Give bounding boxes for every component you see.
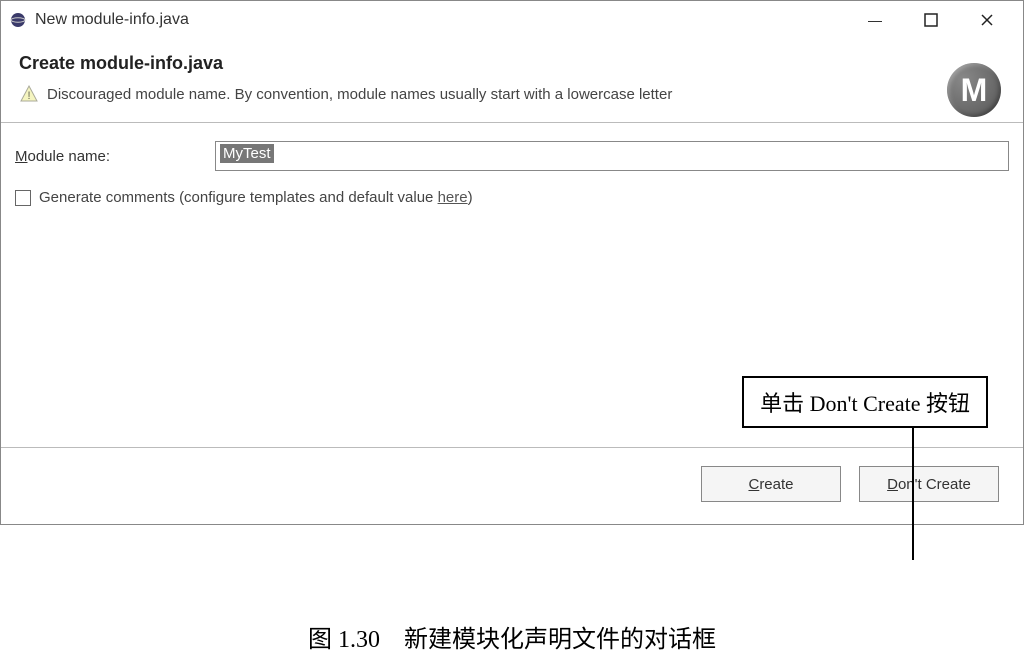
svg-text:!: ! — [27, 90, 30, 102]
dialog-title: Create module-info.java — [19, 53, 1005, 74]
module-name-value: MyTest — [220, 144, 274, 163]
button-bar: Create Don't Create — [1, 448, 1023, 524]
dialog-window: New module-info.java — Create module-inf… — [0, 0, 1024, 525]
dont-create-button[interactable]: Don't Create — [859, 466, 999, 502]
annotation-callout: 单击 Don't Create 按钮 — [742, 376, 988, 428]
close-button[interactable] — [971, 8, 1003, 32]
generate-comments-label: Generate comments (configure templates a… — [39, 189, 473, 206]
module-badge-icon: M — [947, 63, 1001, 117]
annotation-line — [912, 420, 914, 560]
window-controls: — — [859, 8, 1015, 32]
module-name-input[interactable]: MyTest — [215, 141, 1009, 171]
module-name-row: Module name: MyTest — [15, 141, 1009, 171]
dialog-header: Create module-info.java ! Discouraged mo… — [1, 39, 1023, 123]
create-button[interactable]: Create — [701, 466, 841, 502]
window-title: New module-info.java — [35, 11, 859, 29]
form-section: Module name: MyTest Generate comments (c… — [1, 123, 1023, 218]
minimize-button[interactable]: — — [859, 8, 891, 32]
module-name-label: Module name: — [15, 148, 215, 165]
here-link[interactable]: here — [438, 189, 468, 206]
warning-text: Discouraged module name. By convention, … — [47, 86, 672, 103]
eclipse-icon — [9, 11, 27, 29]
figure-caption: 图 1.30 新建模块化声明文件的对话框 — [0, 619, 1024, 654]
generate-comments-checkbox[interactable] — [15, 190, 31, 206]
generate-comments-row: Generate comments (configure templates a… — [15, 189, 1009, 206]
warning-icon: ! — [19, 84, 39, 104]
maximize-button[interactable] — [915, 8, 947, 32]
titlebar: New module-info.java — — [1, 1, 1023, 39]
warning-row: ! Discouraged module name. By convention… — [19, 84, 1005, 104]
